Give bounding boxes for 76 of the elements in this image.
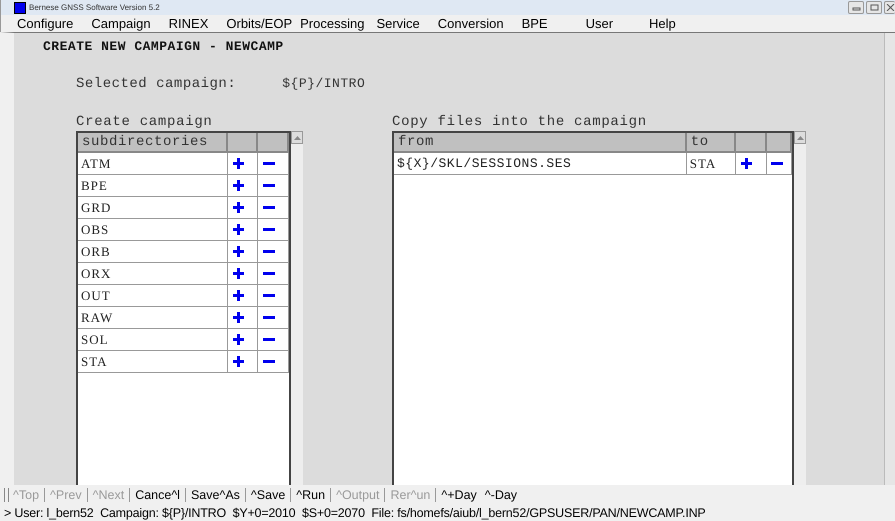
remove-row-icon[interactable] xyxy=(263,250,276,253)
column-header: subdirectories xyxy=(78,133,228,153)
column-header xyxy=(258,133,290,153)
toolbar-grip[interactable] xyxy=(4,488,9,502)
status-text: > User: l_bern52 Campaign: ${P}/INTRO $Y+0=2010 $S+0=2070 File: fs/homefs/aiub/l_bern52/GPSUSER/PAN/NEWCAMP.INP xyxy=(4,506,706,520)
close-button[interactable] xyxy=(884,1,895,14)
remove-row-icon[interactable] xyxy=(263,316,276,319)
table-cell[interactable]: ${X}/SKL/SESSIONS.SES xyxy=(394,153,687,175)
menu-item[interactable]: BPE xyxy=(522,16,548,31)
maximize-button[interactable] xyxy=(866,1,882,14)
table-caption: Copy files into the campaign xyxy=(392,114,648,131)
remove-row-icon[interactable] xyxy=(771,162,784,165)
table-cell[interactable]: ORX xyxy=(78,263,228,285)
menu-item[interactable]: Campaign xyxy=(91,16,151,31)
table-cell[interactable]: BPE xyxy=(78,175,228,197)
remove-row-icon[interactable] xyxy=(263,184,276,187)
app-icon xyxy=(14,2,26,14)
scrollbar[interactable] xyxy=(794,131,806,485)
column-header xyxy=(767,133,792,153)
remove-row-icon[interactable] xyxy=(263,228,276,231)
menu-item[interactable]: Service xyxy=(376,16,420,31)
table-cell[interactable]: ATM xyxy=(78,153,228,175)
selected-campaign-label: Selected campaign: xyxy=(76,76,236,92)
remove-row-icon[interactable] xyxy=(263,338,276,341)
scroll-up-icon xyxy=(294,136,300,140)
close-icon xyxy=(886,4,894,11)
toolbar-button[interactable]: ^+Day xyxy=(435,488,477,502)
add-row-icon[interactable] xyxy=(741,158,752,169)
toolbar-button[interactable]: Cance^l xyxy=(129,488,180,502)
column-header: to xyxy=(686,133,736,153)
toolbar-button[interactable]: ^-Day xyxy=(484,488,518,502)
table-caption: Create campaign xyxy=(76,114,214,131)
toolbar-button[interactable]: Save^As xyxy=(184,488,240,502)
window-title: Bernese GNSS Software Version 5.2 xyxy=(29,3,160,12)
remove-row-icon[interactable] xyxy=(263,360,276,363)
menu-item[interactable]: Conversion xyxy=(438,16,504,31)
remove-row-icon[interactable] xyxy=(263,294,276,297)
scrollbar[interactable] xyxy=(291,131,303,485)
remove-row-icon[interactable] xyxy=(263,162,276,165)
add-row-icon[interactable] xyxy=(232,224,244,235)
add-row-icon[interactable] xyxy=(232,356,244,367)
toolbar-button[interactable]: ^Save xyxy=(244,488,286,502)
minimize-button[interactable] xyxy=(848,1,864,14)
add-row-icon[interactable] xyxy=(232,268,244,279)
column-header xyxy=(228,133,258,153)
toolbar-button[interactable]: ^Run xyxy=(290,488,326,502)
menu-item[interactable]: Processing xyxy=(300,16,364,31)
maximize-icon xyxy=(870,4,878,11)
menu-item[interactable]: Orbits/EOP xyxy=(226,16,292,31)
table-cell[interactable]: RAW xyxy=(78,307,228,329)
scrollbar[interactable] xyxy=(884,33,895,485)
add-row-icon[interactable] xyxy=(232,246,244,257)
panel-title: CREATE NEW CAMPAIGN - NEWCAMP xyxy=(43,39,285,54)
remove-row-icon[interactable] xyxy=(263,272,276,275)
table-cell[interactable]: OUT xyxy=(78,285,228,307)
table-cell[interactable]: GRD xyxy=(78,197,228,219)
column-header xyxy=(736,133,768,153)
menu-item[interactable]: User xyxy=(586,16,614,31)
selected-campaign-value: ${P}/INTRO xyxy=(282,76,366,92)
add-row-icon[interactable] xyxy=(232,334,244,345)
column-header: from xyxy=(394,133,687,153)
add-row-icon[interactable] xyxy=(232,312,244,323)
add-row-icon[interactable] xyxy=(232,158,244,169)
table-cell[interactable]: ORB xyxy=(78,241,228,263)
table-cell[interactable]: OBS xyxy=(78,219,228,241)
menu-item[interactable]: Configure xyxy=(17,16,74,31)
menu-item[interactable]: Help xyxy=(649,16,676,31)
add-row-icon[interactable] xyxy=(232,180,244,191)
table-cell[interactable]: SOL xyxy=(78,329,228,351)
table-cell[interactable]: STA xyxy=(78,351,228,373)
table-cell[interactable]: STA xyxy=(686,153,736,175)
add-row-icon[interactable] xyxy=(232,202,244,213)
add-row-icon[interactable] xyxy=(232,290,244,301)
menu-item[interactable]: RINEX xyxy=(168,16,208,31)
remove-row-icon[interactable] xyxy=(263,206,276,209)
scroll-up-icon xyxy=(796,136,804,140)
